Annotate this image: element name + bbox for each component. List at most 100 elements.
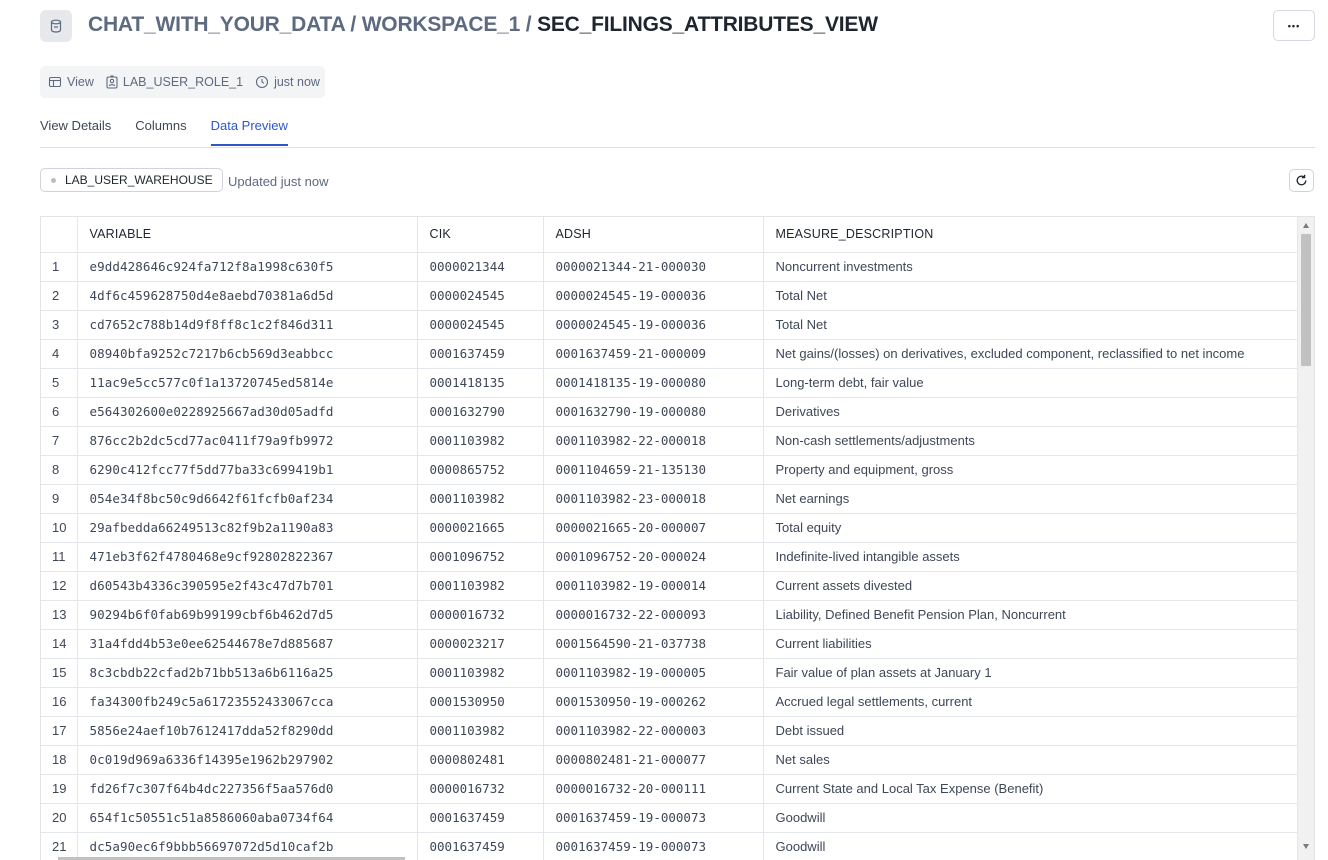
cell-measure-description[interactable]: Net gains/(losses) on derivatives, exclu…	[763, 339, 1298, 369]
cell-measure-description[interactable]: Fair value of plan assets at January 1	[763, 658, 1298, 688]
tab-view-details[interactable]: View Details	[40, 118, 111, 146]
table-row[interactable]: 5 11ac9e5cc577c0f1a13720745ed5814e 0001418…	[41, 368, 1298, 398]
table-row[interactable]: 18 0c019d969a6336f14395e1962b297902 000080…	[41, 745, 1298, 775]
cell-cik[interactable]: 0001418135	[417, 368, 544, 398]
cell-variable[interactable]: 054e34f8bc50c9d6642f61fcfb0af234	[77, 484, 418, 514]
table-row[interactable]: 6 e564302600e0228925667ad30d05adfd 0001632…	[41, 397, 1298, 427]
table-row[interactable]: 15 8c3cbdb22cfad2b71bb513a6b6116a25 000110…	[41, 658, 1298, 688]
row-index[interactable]: 10	[41, 513, 78, 543]
cell-adsh[interactable]: 0001637459-21-000009	[543, 339, 764, 369]
row-index[interactable]: 1	[41, 252, 78, 282]
cell-measure-description[interactable]: Non-cash settlements/adjustments	[763, 426, 1298, 456]
cell-variable[interactable]: e9dd428646c924fa712f8a1998c630f5	[77, 252, 418, 282]
cell-adsh[interactable]: 0001637459-19-000073	[543, 832, 764, 860]
scrollbar-thumb[interactable]	[1301, 234, 1311, 366]
cell-measure-description[interactable]: Net earnings	[763, 484, 1298, 514]
data-preview-grid[interactable]: VARIABLE CIK ADSH MEASURE_DESCRIPTION 1e…	[40, 216, 1315, 860]
cell-cik[interactable]: 0000021665	[417, 513, 544, 543]
cell-adsh[interactable]: 0001104659-21-135130	[543, 455, 764, 485]
table-row[interactable]: 21 dc5a90ec6f9bbb56697072d5d10caf2b 000163…	[41, 832, 1298, 860]
cell-variable[interactable]: 4df6c459628750d4e8aebd70381a6d5d	[77, 281, 418, 311]
cell-variable[interactable]: e564302600e0228925667ad30d05adfd	[77, 397, 418, 427]
row-index[interactable]: 21	[41, 832, 78, 860]
cell-variable[interactable]: 31a4fdd4b53e0ee62544678e7d885687	[77, 629, 418, 659]
cell-cik[interactable]: 0001637459	[417, 339, 544, 369]
table-row[interactable]: 14 31a4fdd4b53e0ee62544678e7d885687 000002…	[41, 629, 1298, 659]
cell-adsh[interactable]: 0001096752-20-000024	[543, 542, 764, 572]
table-row[interactable]: 3 cd7652c788b14d9f8ff8c1c2f846d311 0000024…	[41, 310, 1298, 340]
tab-columns[interactable]: Columns	[135, 118, 186, 146]
row-index[interactable]: 11	[41, 542, 78, 572]
cell-variable[interactable]: d60543b4336c390595e2f43c47d7b701	[77, 571, 418, 601]
warehouse-selector[interactable]: LAB_USER_WAREHOUSE	[40, 168, 223, 192]
cell-measure-description[interactable]: Goodwill	[763, 832, 1298, 860]
table-row[interactable]: 2 4df6c459628750d4e8aebd70381a6d5d 0000024…	[41, 281, 1298, 311]
cell-cik[interactable]: 0000021344	[417, 252, 544, 282]
cell-variable[interactable]: 876cc2b2dc5cd77ac0411f79a9fb9972	[77, 426, 418, 456]
cell-adsh[interactable]: 0000024545-19-000036	[543, 281, 764, 311]
cell-variable[interactable]: 11ac9e5cc577c0f1a13720745ed5814e	[77, 368, 418, 398]
cell-variable[interactable]: fd26f7c307f64b4dc227356f5aa576d0	[77, 774, 418, 804]
cell-cik[interactable]: 0001103982	[417, 484, 544, 514]
cell-cik[interactable]: 0000024545	[417, 310, 544, 340]
row-index[interactable]: 8	[41, 455, 78, 485]
cell-measure-description[interactable]: Current State and Local Tax Expense (Ben…	[763, 774, 1298, 804]
table-row[interactable]: 19 fd26f7c307f64b4dc227356f5aa576d0 000001…	[41, 774, 1298, 804]
cell-adsh[interactable]: 0000021344-21-000030	[543, 252, 764, 282]
cell-measure-description[interactable]: Derivatives	[763, 397, 1298, 427]
cell-cik[interactable]: 0001103982	[417, 658, 544, 688]
row-index[interactable]: 18	[41, 745, 78, 775]
table-row[interactable]: 20 654f1c50551c51a8586060aba0734f64 000163…	[41, 803, 1298, 833]
row-index[interactable]: 17	[41, 716, 78, 746]
cell-cik[interactable]: 0000024545	[417, 281, 544, 311]
table-row[interactable]: 11 471eb3f62f4780468e9cf92802822367 000109…	[41, 542, 1298, 572]
row-index[interactable]: 16	[41, 687, 78, 717]
cell-adsh[interactable]: 0001103982-19-000014	[543, 571, 764, 601]
cell-cik[interactable]: 0001103982	[417, 716, 544, 746]
cell-variable[interactable]: 8c3cbdb22cfad2b71bb513a6b6116a25	[77, 658, 418, 688]
cell-adsh[interactable]: 0000021665-20-000007	[543, 513, 764, 543]
row-index[interactable]: 20	[41, 803, 78, 833]
cell-cik[interactable]: 0000016732	[417, 774, 544, 804]
cell-cik[interactable]: 0001103982	[417, 571, 544, 601]
cell-variable[interactable]: 654f1c50551c51a8586060aba0734f64	[77, 803, 418, 833]
cell-cik[interactable]: 0001637459	[417, 803, 544, 833]
cell-adsh[interactable]: 0000016732-22-000093	[543, 600, 764, 630]
cell-measure-description[interactable]: Debt issued	[763, 716, 1298, 746]
cell-cik[interactable]: 0000802481	[417, 745, 544, 775]
cell-adsh[interactable]: 0000016732-20-000111	[543, 774, 764, 804]
cell-variable[interactable]: 29afbedda66249513c82f9b2a1190a83	[77, 513, 418, 543]
cell-measure-description[interactable]: Indefinite-lived intangible assets	[763, 542, 1298, 572]
cell-cik[interactable]: 0001637459	[417, 832, 544, 860]
cell-variable[interactable]: 90294b6f0fab69b99199cbf6b462d7d5	[77, 600, 418, 630]
cell-measure-description[interactable]: Liability, Defined Benefit Pension Plan,…	[763, 600, 1298, 630]
cell-adsh[interactable]: 0001103982-23-000018	[543, 484, 764, 514]
cell-cik[interactable]: 0000023217	[417, 629, 544, 659]
column-header-adsh[interactable]: ADSH	[543, 217, 764, 253]
row-index[interactable]: 5	[41, 368, 78, 398]
cell-measure-description[interactable]: Total Net	[763, 310, 1298, 340]
cell-measure-description[interactable]: Current assets divested	[763, 571, 1298, 601]
cell-variable[interactable]: cd7652c788b14d9f8ff8c1c2f846d311	[77, 310, 418, 340]
cell-variable[interactable]: 471eb3f62f4780468e9cf92802822367	[77, 542, 418, 572]
refresh-button[interactable]	[1289, 169, 1314, 192]
row-index[interactable]: 6	[41, 397, 78, 427]
table-row[interactable]: 7 876cc2b2dc5cd77ac0411f79a9fb9972 0001103…	[41, 426, 1298, 456]
cell-measure-description[interactable]: Total Net	[763, 281, 1298, 311]
scroll-down-arrow-icon[interactable]	[1303, 844, 1309, 849]
cell-variable[interactable]: 6290c412fcc77f5dd77ba33c699419b1	[77, 455, 418, 485]
cell-adsh[interactable]: 0001103982-22-000018	[543, 426, 764, 456]
cell-adsh[interactable]: 0001564590-21-037738	[543, 629, 764, 659]
cell-measure-description[interactable]: Goodwill	[763, 803, 1298, 833]
meta-owner[interactable]: LAB_USER_ROLE_1	[106, 75, 243, 89]
table-row[interactable]: 8 6290c412fcc77f5dd77ba33c699419b1 0000865…	[41, 455, 1298, 485]
cell-adsh[interactable]: 0000024545-19-000036	[543, 310, 764, 340]
column-header-variable[interactable]: VARIABLE	[77, 217, 418, 253]
cell-variable[interactable]: 08940bfa9252c7217b6cb569d3eabbcc	[77, 339, 418, 369]
row-index[interactable]: 15	[41, 658, 78, 688]
cell-adsh[interactable]: 0001418135-19-000080	[543, 368, 764, 398]
cell-cik[interactable]: 0001530950	[417, 687, 544, 717]
column-header-measure-description[interactable]: MEASURE_DESCRIPTION	[763, 217, 1298, 253]
table-row[interactable]: 1 e9dd428646c924fa712f8a1998c630f5 0000021…	[41, 252, 1298, 282]
table-row[interactable]: 9 054e34f8bc50c9d6642f61fcfb0af234 0001103…	[41, 484, 1298, 514]
